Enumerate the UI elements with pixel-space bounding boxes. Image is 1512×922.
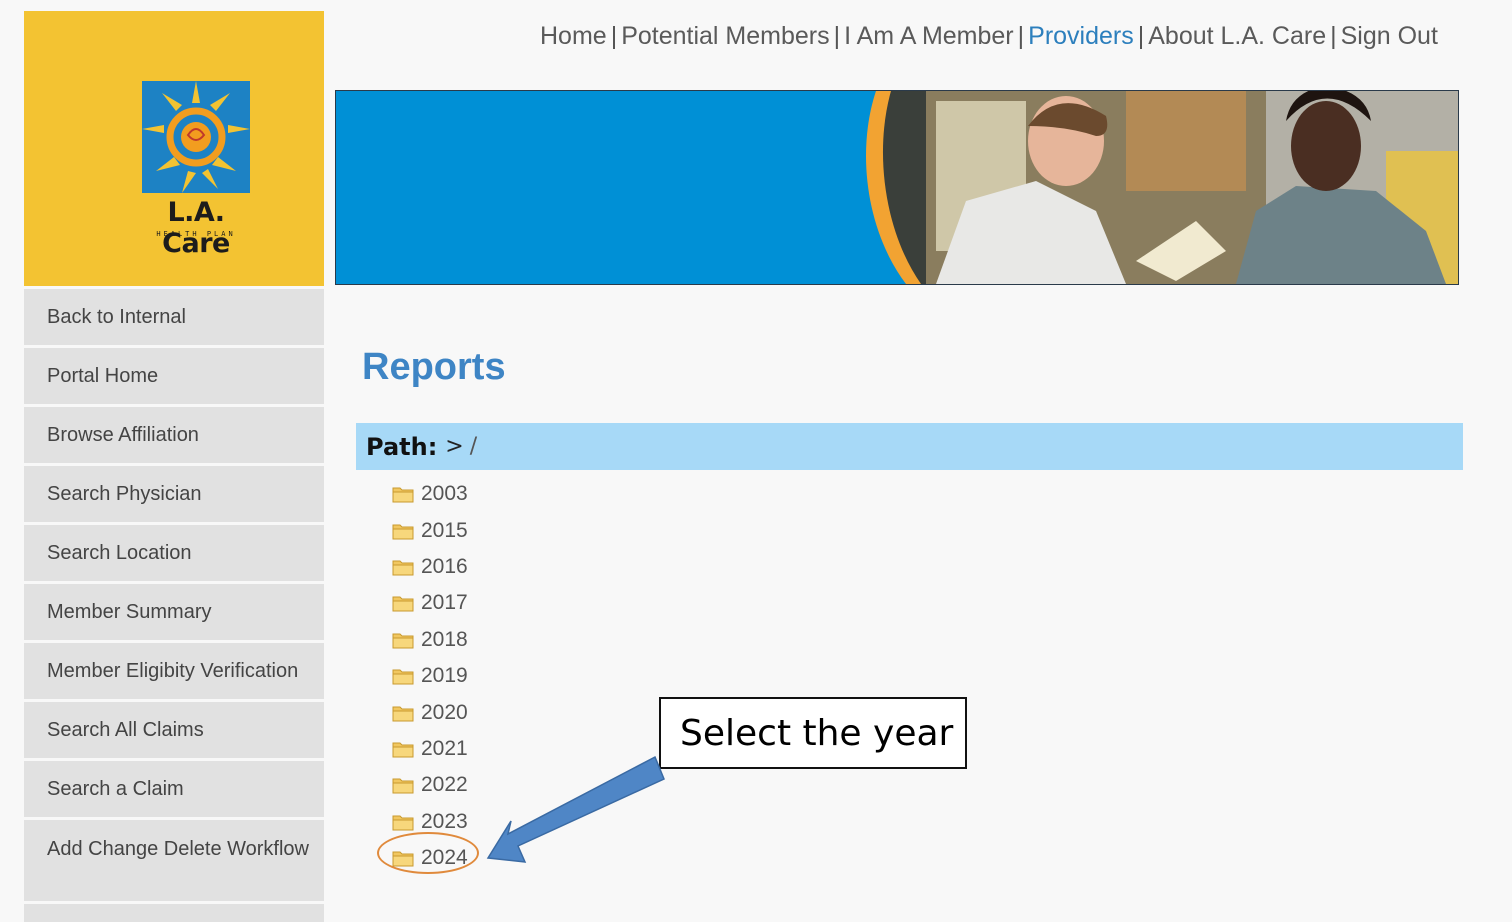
path-label: Path:	[366, 432, 438, 461]
nav-sign-out-link[interactable]: Sign Out	[1341, 22, 1438, 50]
sidebar-item-label: Member Summary	[47, 601, 212, 623]
folder-item[interactable]: 2015	[392, 512, 468, 548]
sidebar-item-label: Search a Claim	[47, 778, 184, 800]
highlight-circle	[377, 832, 479, 874]
sidebar-item-label: Search Physician	[47, 483, 202, 505]
sidebar-item-search-location[interactable]: Search Location	[24, 525, 324, 584]
folder-label: 2019	[421, 664, 468, 688]
sidebar-item-partial[interactable]	[24, 904, 324, 922]
nav-potential-members-link[interactable]: Potential Members	[621, 22, 829, 50]
logo-tagline: HEALTH PLAN	[156, 230, 236, 238]
path-value: >	[445, 434, 464, 459]
sidebar-item-search-all-claims[interactable]: Search All Claims	[24, 702, 324, 761]
folder-item[interactable]: 2018	[392, 622, 468, 658]
nav-separator: |	[1137, 22, 1145, 50]
sidebar-item-label: Add Change Delete Workflow	[47, 838, 309, 860]
nav-member-link[interactable]: I Am A Member	[844, 22, 1014, 50]
sidebar-item-member-eligibility[interactable]: Member Eligibity Verification	[24, 643, 324, 702]
breadcrumb: Path: > /	[356, 423, 1463, 470]
nav-separator: |	[610, 22, 618, 50]
folder-label: 2018	[421, 627, 468, 651]
folder-icon	[392, 631, 414, 649]
folder-icon	[392, 704, 414, 722]
folder-item[interactable]: 2020	[392, 694, 468, 730]
sidebar-item-back-to-internal[interactable]: Back to Internal	[24, 289, 324, 348]
folder-label: 2021	[421, 736, 468, 760]
folder-item[interactable]: 2022	[392, 767, 468, 803]
folder-icon	[392, 594, 414, 612]
folder-icon	[392, 776, 414, 794]
folder-label: 2023	[421, 809, 468, 833]
sidebar-item-label: Member Eligibity Verification	[47, 660, 299, 682]
sidebar-item-browse-affiliation[interactable]: Browse Affiliation	[24, 407, 324, 466]
folder-icon	[392, 558, 414, 576]
callout-box: Select the year	[659, 697, 967, 769]
folder-icon	[392, 740, 414, 758]
folder-label: 2016	[421, 554, 468, 578]
logo-sun-icon	[142, 81, 250, 193]
logo-panel[interactable]: L.A. Care HEALTH PLAN	[24, 11, 324, 286]
sidebar-item-label: Back to Internal	[47, 306, 186, 328]
sidebar-item-label: Search Location	[47, 542, 192, 564]
nav-providers-link[interactable]: Providers	[1028, 22, 1134, 50]
folder-icon	[392, 522, 414, 540]
folder-icon	[392, 485, 414, 503]
nav-separator: |	[833, 22, 841, 50]
folder-icon	[392, 813, 414, 831]
page-title: Reports	[362, 346, 506, 388]
folder-label: 2003	[421, 482, 468, 506]
folder-item[interactable]: 2003	[392, 476, 468, 512]
sidebar-item-label: Search All Claims	[47, 719, 204, 741]
logo-wordmark: L.A. Care	[162, 197, 230, 259]
callout-text: Select the year	[680, 712, 954, 754]
folder-item[interactable]: 2017	[392, 585, 468, 621]
hero-banner-image	[335, 90, 1459, 285]
sidebar-item-search-a-claim[interactable]: Search a Claim	[24, 761, 324, 820]
folder-item[interactable]: 2016	[392, 549, 468, 585]
sidebar-item-label: Browse Affiliation	[47, 424, 199, 446]
folder-item[interactable]: 2019	[392, 658, 468, 694]
nav-separator: |	[1017, 22, 1025, 50]
folder-icon	[392, 667, 414, 685]
folder-item[interactable]: 2021	[392, 731, 468, 767]
path-root-link[interactable]: /	[470, 434, 477, 459]
folder-label: 2017	[421, 591, 468, 615]
sidebar-item-portal-home[interactable]: Portal Home	[24, 348, 324, 407]
sidebar-item-workflow[interactable]: Add Change Delete Workflow	[24, 820, 324, 904]
folder-list: 2003 2015 2016 2017 2018 2019 2020 2021 …	[392, 476, 468, 876]
folder-label: 2020	[421, 700, 468, 724]
sidebar-item-label: Portal Home	[47, 365, 159, 387]
nav-home-link[interactable]: Home	[540, 22, 607, 50]
nav-about-link[interactable]: About L.A. Care	[1148, 22, 1326, 50]
folder-label: 2015	[421, 518, 468, 542]
sidebar-item-member-summary[interactable]: Member Summary	[24, 584, 324, 643]
folder-label: 2022	[421, 773, 468, 797]
sidebar-item-search-physician[interactable]: Search Physician	[24, 466, 324, 525]
nav-separator: |	[1330, 22, 1337, 50]
sidebar-nav: Back to Internal Portal Home Browse Affi…	[24, 289, 324, 922]
top-nav: Home | Potential Members | I Am A Member | Pro…	[540, 22, 1438, 51]
